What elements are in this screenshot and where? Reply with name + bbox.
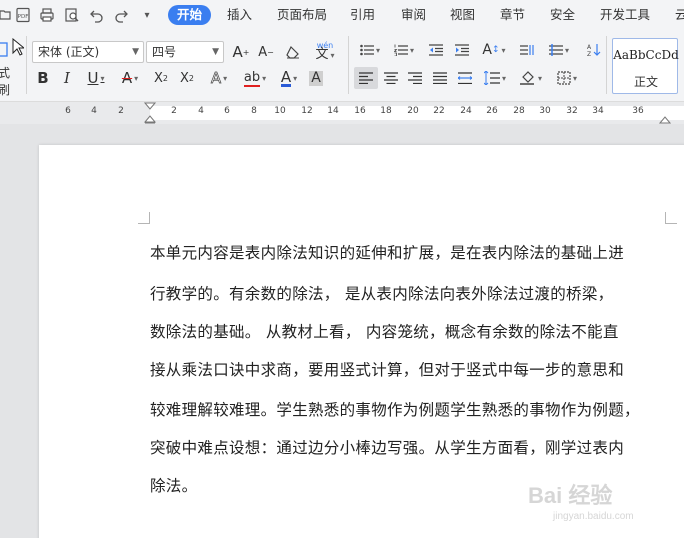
ruler-tick-label: 36 xyxy=(632,106,644,116)
document-paragraph-line[interactable]: 行教学的。有余数的除法， 是从表内除法向表外除法过渡的桥梁， xyxy=(150,282,613,304)
clear-format-eraser-icon[interactable] xyxy=(283,41,303,63)
margin-crop-mark xyxy=(138,212,150,224)
sort-icon[interactable]: AZ xyxy=(580,39,608,61)
tab-cloud[interactable]: 云 xyxy=(675,5,684,25)
document-paragraph-line[interactable]: 数除法的基础。 从教材上看， 内容笼统，概念有余数的除法不能直 xyxy=(150,320,619,342)
tab-insert[interactable]: 插入 xyxy=(227,5,252,25)
ribbon-separator xyxy=(606,36,607,94)
shading-bucket-icon[interactable]: ▾ xyxy=(516,67,546,89)
chevron-down-icon: ▼ xyxy=(212,47,219,57)
highlight-icon[interactable]: ab ▾ xyxy=(238,67,272,89)
increase-indent-icon[interactable] xyxy=(452,39,472,61)
distributed-align-icon[interactable] xyxy=(454,67,476,89)
chinese-layout-icon[interactable]: A ↕ ▾ xyxy=(478,39,510,61)
subscript-icon[interactable]: X2 xyxy=(176,67,198,89)
document-paragraph-line[interactable]: 本单元内容是表内除法知识的延伸和扩展，是在表内除法的基础上进 xyxy=(150,241,624,263)
chevron-down-icon: ▼ xyxy=(132,47,139,57)
format-painter-label[interactable]: 式刷 xyxy=(0,66,16,97)
ruler-tick-label: 34 xyxy=(592,106,604,116)
align-left-icon[interactable] xyxy=(354,67,378,89)
grow-font-icon[interactable]: A + xyxy=(231,41,251,63)
mouse-cursor-icon xyxy=(10,36,26,58)
ruler-tick-label: 2 xyxy=(118,106,124,116)
pdf-export-icon[interactable]: PDF xyxy=(12,4,34,26)
svg-text:Z: Z xyxy=(587,51,591,57)
underline-icon[interactable]: U ▾ xyxy=(82,67,110,89)
redo-icon[interactable] xyxy=(110,4,132,26)
ribbon-separator xyxy=(348,36,349,94)
horizontal-ruler[interactable]: 6 4 2 2 4 6 8 10 12 14 16 18 20 22 24 26… xyxy=(0,102,684,124)
ruler-tick-label: 14 xyxy=(327,106,339,116)
menu-bar: PDF ▾ 开始 插入 页面布局 引用 审阅 视图 章节 安全 开发工具 云 xyxy=(0,0,684,30)
ruler-tick-label: 6 xyxy=(224,106,230,116)
document-paragraph-line[interactable]: 除法。 xyxy=(150,474,197,496)
phonetic-guide-icon[interactable]: wén 文 ▾ xyxy=(309,39,341,61)
show-hide-marks-icon[interactable] xyxy=(516,39,538,61)
ruler-tick-label: 2 xyxy=(171,106,177,116)
print-preview-icon[interactable] xyxy=(61,4,83,26)
ruler-tick-label: 8 xyxy=(251,106,257,116)
font-color-icon[interactable]: A ▾ xyxy=(274,67,304,89)
tab-sections[interactable]: 章节 xyxy=(500,5,525,25)
align-center-icon[interactable] xyxy=(380,67,402,89)
font-name-value: 宋体 (正文) xyxy=(38,45,100,59)
numbering-icon[interactable]: ▾ xyxy=(390,39,418,61)
ruler-tick-label: 10 xyxy=(274,106,286,116)
bold-icon[interactable]: B xyxy=(34,67,52,89)
ruler-tick-label: 4 xyxy=(198,106,204,116)
ruler-tick-label: 26 xyxy=(486,106,498,116)
tab-references[interactable]: 引用 xyxy=(350,5,375,25)
ruler-tick-label: 16 xyxy=(354,106,366,116)
decrease-indent-icon[interactable] xyxy=(426,39,446,61)
ribbon-home: 式刷 宋体 (正文) ▼ 四号 ▼ A + A − wén 文 ▾ B I U ▾ A ▾… xyxy=(0,30,684,102)
style-normal-tile[interactable]: AaBbCcDd 正文 xyxy=(612,38,679,94)
ribbon-separator xyxy=(26,36,27,94)
bullets-icon[interactable]: ▾ xyxy=(356,39,384,61)
ruler-tick-label: 24 xyxy=(460,106,472,116)
ruler-tick-label: 32 xyxy=(566,106,578,116)
char-shading-icon[interactable]: A xyxy=(306,67,326,89)
tab-security[interactable]: 安全 xyxy=(550,5,575,25)
ruler-tick-label: 22 xyxy=(433,106,445,116)
customize-toolbar-chevron-icon[interactable]: ▾ xyxy=(136,4,158,26)
align-right-icon[interactable] xyxy=(404,67,426,89)
ruler-tick-label: 18 xyxy=(380,106,392,116)
strikethrough-icon[interactable]: A ▾ xyxy=(114,67,146,89)
print-icon[interactable] xyxy=(36,4,58,26)
justify-icon[interactable] xyxy=(429,67,451,89)
style-name-label: 正文 xyxy=(633,75,658,89)
ruler-tick-label: 12 xyxy=(301,106,313,116)
watermark-url: jingyan.baidu.com xyxy=(553,511,634,522)
font-name-combo[interactable]: 宋体 (正文) ▼ xyxy=(32,41,144,63)
tab-view[interactable]: 视图 xyxy=(450,5,475,25)
ruler-tick-label: 4 xyxy=(91,106,97,116)
borders-icon[interactable]: ▾ xyxy=(552,67,582,89)
margin-crop-mark xyxy=(665,212,677,224)
ruler-tick-label: 28 xyxy=(513,106,525,116)
shrink-font-icon[interactable]: A − xyxy=(256,41,276,63)
document-paragraph-line[interactable]: 接从乘法口诀中求商，要用竖式计算，但对于竖式中每一步的意思和 xyxy=(150,358,624,380)
paste-icon[interactable] xyxy=(0,38,10,60)
tab-review[interactable]: 审阅 xyxy=(401,5,426,25)
watermark-logo: Bai 经验 xyxy=(528,483,613,508)
ruler-tick-label: 30 xyxy=(539,106,551,116)
undo-icon[interactable] xyxy=(86,4,108,26)
italic-icon[interactable]: I xyxy=(58,67,76,89)
tab-home[interactable]: 开始 xyxy=(168,5,212,25)
superscript-icon[interactable]: X2 xyxy=(150,67,172,89)
text-effect-icon[interactable]: A ▾ xyxy=(204,67,234,89)
tab-page-layout[interactable]: 页面布局 xyxy=(277,5,327,25)
svg-text:PDF: PDF xyxy=(18,14,29,20)
ruler-tick-label: 20 xyxy=(407,106,419,116)
font-size-combo[interactable]: 四号 ▼ xyxy=(146,41,224,63)
document-paragraph-line[interactable]: 突破中难点设想：通过边分小棒边写强。从学生方面看，刚学过表内 xyxy=(150,436,624,458)
ruler-tick-label: 6 xyxy=(65,106,71,116)
style-sample-text: AaBbCcDd xyxy=(613,48,679,62)
tab-developer[interactable]: 开发工具 xyxy=(600,5,650,25)
document-paragraph-line[interactable]: 较难理解较难理。学生熟悉的事物作为例题学生熟悉的事物作为例题， xyxy=(150,398,640,420)
line-paragraph-spacing-icon[interactable]: ▾ xyxy=(544,39,574,61)
svg-text:A: A xyxy=(587,44,592,51)
line-spacing-icon[interactable]: ▾ xyxy=(480,67,510,89)
font-size-value: 四号 xyxy=(152,45,177,59)
